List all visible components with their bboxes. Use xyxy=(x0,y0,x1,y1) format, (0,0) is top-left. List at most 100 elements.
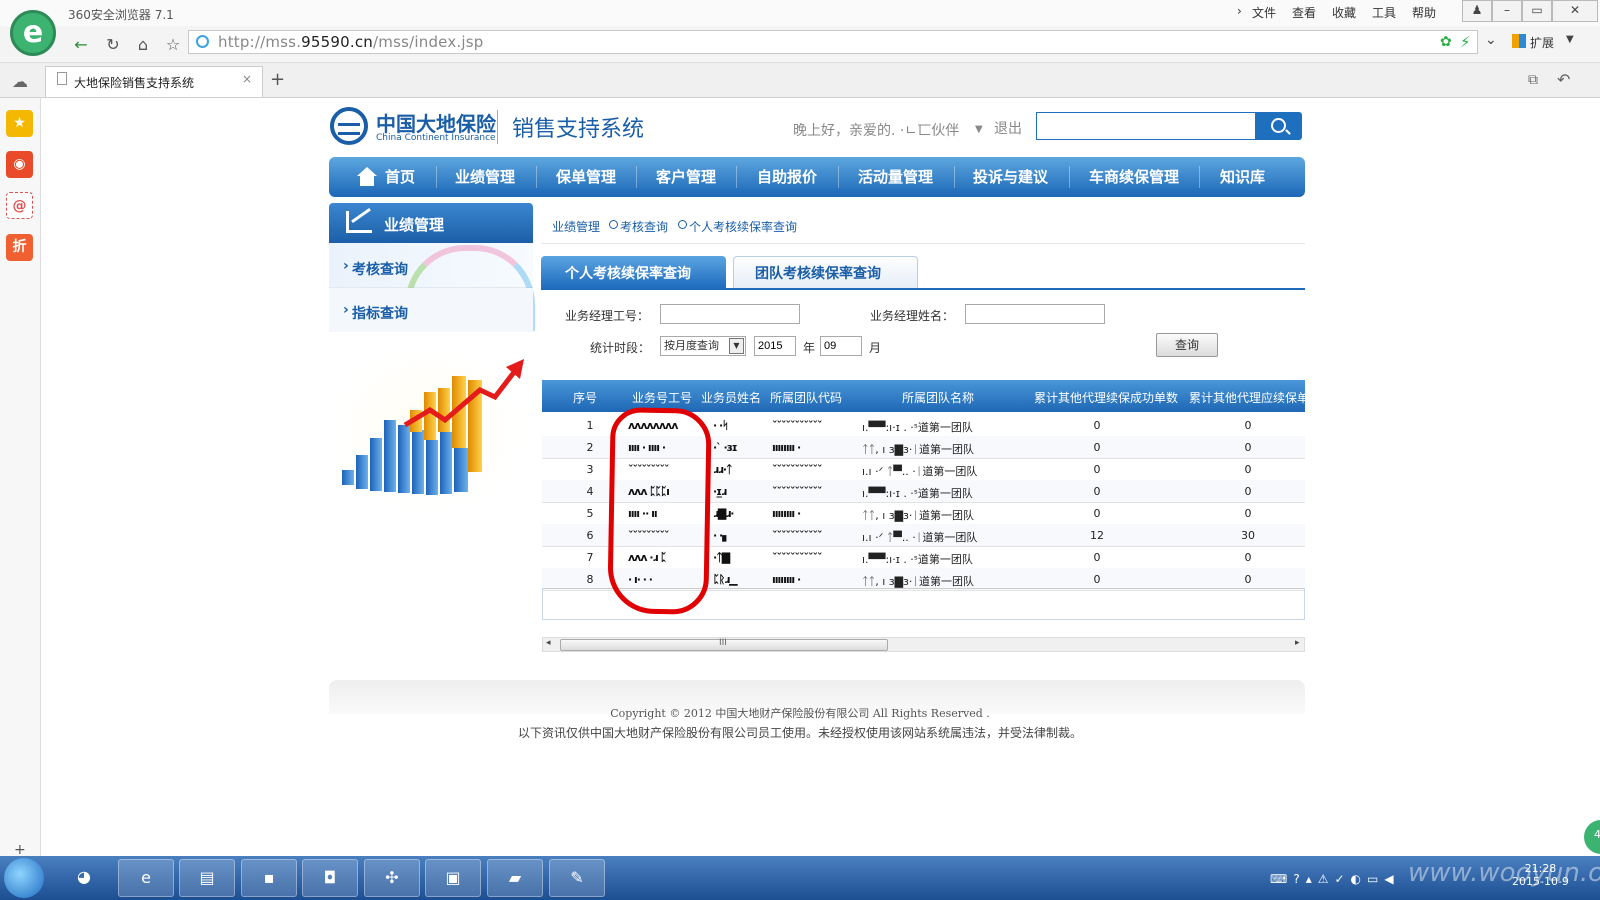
menu-view[interactable]: 查看 xyxy=(1292,4,1316,21)
float-badge[interactable]: 42 xyxy=(1582,818,1600,856)
column-header[interactable]: 累计其他代理续保成功单数 xyxy=(1034,389,1178,406)
cell-team-name: ı.▀▀:ı·ɪ . ·ˢ道第一团队 xyxy=(862,553,973,566)
cell-no: 2 xyxy=(586,441,594,454)
menu-file[interactable]: 文件 xyxy=(1252,4,1276,21)
nav-customer[interactable]: 客户管理 xyxy=(656,166,716,187)
left-nav-item-label[interactable]: 考核查询 xyxy=(352,259,408,279)
restore-icon[interactable]: ⧉ xyxy=(1528,72,1538,88)
extensions-chevron-icon[interactable]: ▼ xyxy=(1566,34,1574,45)
cloud-icon[interactable]: ☁ xyxy=(12,72,28,91)
tab-title[interactable]: 大地保险销售支持系统 xyxy=(74,74,194,91)
notepad-task-icon[interactable]: ▰ xyxy=(487,859,543,897)
cell-name: · ·▖ xyxy=(713,529,731,542)
menu-help[interactable]: 帮助 xyxy=(1412,4,1436,21)
header-divider xyxy=(497,110,498,144)
illustration-bar xyxy=(454,448,468,492)
start-button[interactable] xyxy=(4,858,44,898)
minimize-button[interactable]: – xyxy=(1492,0,1522,22)
discount-icon[interactable]: 折 xyxy=(6,234,33,261)
column-header[interactable]: 所属团队名称 xyxy=(902,389,974,406)
year-input[interactable] xyxy=(754,336,796,356)
app-task-icon[interactable]: ◘ xyxy=(302,859,358,897)
browser-task-icon[interactable]: e xyxy=(118,859,174,897)
cell-team-code: ˇˇˇˇˇˇˇˇˇˇˇ xyxy=(772,485,822,498)
weibo-icon[interactable]: ◉ xyxy=(6,151,33,178)
close-window-button[interactable]: ✕ xyxy=(1552,0,1598,22)
manager-id-input[interactable] xyxy=(660,304,800,324)
tab-personal-label[interactable]: 个人考核续保率查询 xyxy=(565,263,691,283)
star-icon[interactable]: ★ xyxy=(6,110,33,137)
illustration-bar xyxy=(426,440,438,495)
security-shield-icon[interactable]: ✿ xyxy=(1440,34,1452,50)
column-header[interactable]: 累计其他代理应续保单 xyxy=(1189,389,1309,406)
scroll-right-icon[interactable]: ▸ xyxy=(1295,638,1300,648)
home-nav-icon[interactable] xyxy=(357,167,377,176)
left-nav-item-label[interactable]: 指标查询 xyxy=(352,303,408,323)
nav-knowledge[interactable]: 知识库 xyxy=(1220,166,1265,187)
maximize-button[interactable]: ▭ xyxy=(1522,0,1552,22)
tab-team-label[interactable]: 团队考核续保率查询 xyxy=(755,263,881,283)
red-annotation-circle xyxy=(607,407,712,615)
breadcrumb-divider xyxy=(541,243,1305,244)
cell-team-code: ıııııııı · xyxy=(772,441,801,454)
menu-tools[interactable]: 工具 xyxy=(1372,4,1396,21)
nav-complaints[interactable]: 投诉与建议 xyxy=(973,166,1048,187)
breadcrumb-item[interactable]: 业绩管理 xyxy=(552,218,600,235)
illustration-bar xyxy=(440,432,452,494)
cell-team-code: ˇˇˇˇˇˇˇˇˇˇˇ xyxy=(772,529,822,542)
watermark: www.wooyun.org xyxy=(1408,858,1600,888)
refresh-icon[interactable]: ↻ xyxy=(100,33,126,57)
year-unit: 年 xyxy=(803,341,816,355)
address-url[interactable]: http://mss.95590.cn/mss/index.jsp xyxy=(218,33,483,51)
explorer-task-icon[interactable]: ▤ xyxy=(179,859,235,897)
color-ball-icon[interactable]: ◕ xyxy=(56,859,112,897)
nav-activity[interactable]: 活动量管理 xyxy=(858,166,933,187)
cell-team-code: ˇˇˇˇˇˇˇˇˇˇˇ xyxy=(772,551,822,564)
cmd-task-icon[interactable]: ▪ xyxy=(241,859,297,897)
extensions-icon[interactable] xyxy=(1512,34,1526,48)
back-icon[interactable]: ← xyxy=(68,33,94,57)
nav-home[interactable]: 首页 xyxy=(385,166,415,187)
nav-dealer-renewal[interactable]: 车商续保管理 xyxy=(1089,166,1179,187)
home-icon[interactable]: ⌂ xyxy=(130,33,156,57)
browser-logo-icon: e xyxy=(10,10,56,56)
logout-link[interactable]: 退出 xyxy=(994,118,1022,138)
bookmark-star-icon[interactable]: ☆ xyxy=(160,33,186,57)
cell-name: ɹɹ·ᛏ xyxy=(713,463,733,476)
speed-mode-icon[interactable]: ⚡ xyxy=(1460,33,1471,51)
breadcrumb-item[interactable]: 考核查询 xyxy=(620,218,668,235)
month-input[interactable] xyxy=(820,336,862,356)
column-header[interactable]: 序号 xyxy=(573,389,597,406)
screenshot-task-icon[interactable]: ▣ xyxy=(425,859,481,897)
skin-icon[interactable]: ♟ xyxy=(1462,0,1492,22)
dropdown-chevron-icon[interactable]: ⌄ xyxy=(1485,32,1497,48)
extensions-label[interactable]: 扩展 xyxy=(1530,34,1554,51)
new-tab-button[interactable]: + xyxy=(270,69,285,90)
undo-close-icon[interactable]: ↶ xyxy=(1557,70,1570,89)
nav-self-quote[interactable]: 自助报价 xyxy=(757,166,817,187)
query-button[interactable]: 查询 xyxy=(1156,333,1218,357)
column-header[interactable]: 所属团队代码 xyxy=(770,389,842,406)
site-search-input[interactable] xyxy=(1036,112,1256,140)
ant-task-icon[interactable]: ✣ xyxy=(364,859,420,897)
close-tab-icon[interactable]: × xyxy=(242,72,252,86)
cell-team-name: ı.ı ·ᐟ ᛏ▀.. ·ᛁ道第一团队 xyxy=(862,531,978,544)
menu-favorites[interactable]: 收藏 xyxy=(1332,4,1356,21)
nav-policy[interactable]: 保单管理 xyxy=(556,166,616,187)
chevron-right-icon[interactable]: › xyxy=(1237,4,1242,18)
select-chevron-icon[interactable]: ▼ xyxy=(729,338,744,354)
taskbar-clock[interactable]: 21:28 2015-10-9 xyxy=(1512,862,1569,888)
system-tray-icons[interactable]: ⌨?▴⚠✓◐▭◀ xyxy=(1270,872,1400,886)
mail-icon[interactable]: @ xyxy=(6,192,33,219)
url-domain: 95590.cn xyxy=(301,33,374,51)
paint-task-icon[interactable]: ✎ xyxy=(549,859,605,897)
column-header[interactable]: 业务员姓名 xyxy=(701,389,761,406)
manager-name-input[interactable] xyxy=(965,304,1105,324)
column-header[interactable]: 业务号工号 xyxy=(632,389,692,406)
cell-name: ᛈᚱɹ▁ xyxy=(713,573,738,586)
user-menu-chevron-icon[interactable]: ▼ xyxy=(975,124,983,135)
scroll-left-icon[interactable]: ◂ xyxy=(546,638,551,648)
user-greeting[interactable]: 晚上好，亲爱的. ·ㄴ匸伙伴 xyxy=(793,120,959,140)
search-icon[interactable] xyxy=(1256,112,1302,140)
nav-performance[interactable]: 业绩管理 xyxy=(455,166,515,187)
